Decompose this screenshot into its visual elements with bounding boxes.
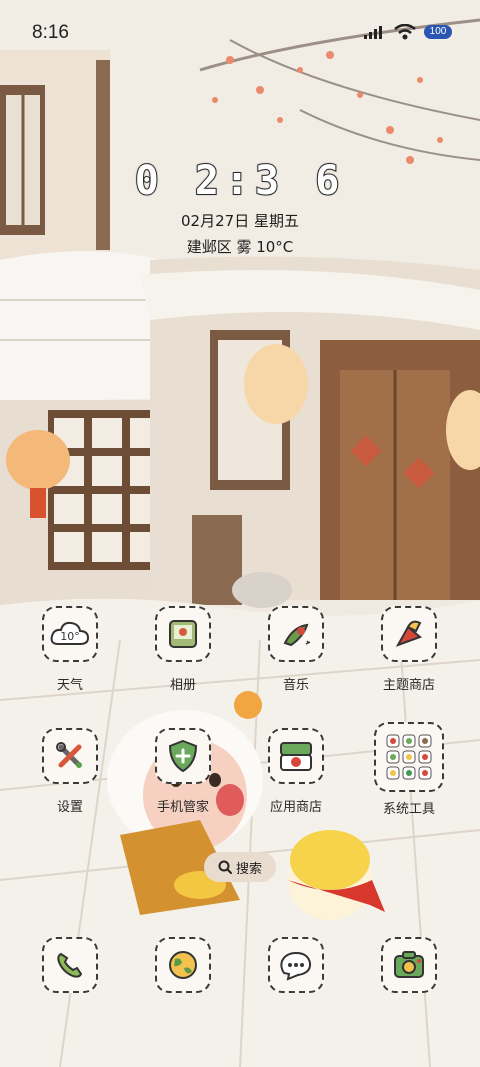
dock-phone[interactable] <box>22 937 118 993</box>
weather-icon-temp: 10° <box>60 630 80 643</box>
cloud-icon: 10° <box>50 621 90 645</box>
app-label: 设置 <box>56 800 83 815</box>
clock-time[interactable]: 0 2:3 6 <box>0 157 480 205</box>
search-icon <box>218 860 232 874</box>
app-label: 天气 <box>56 678 83 693</box>
phone-icon <box>42 937 98 993</box>
wifi-icon <box>394 24 416 40</box>
app-system-tools-folder[interactable]: 系统工具 <box>361 722 457 817</box>
browser-icon <box>155 937 211 993</box>
search-label: 搜索 <box>235 861 262 877</box>
dock-browser[interactable] <box>135 937 231 993</box>
app-label: 主题商店 <box>382 678 435 693</box>
dock-messages[interactable] <box>248 937 344 993</box>
app-gallery[interactable]: 相册 <box>135 606 231 693</box>
app-label: 系统工具 <box>382 802 435 817</box>
weather-icon: 10° <box>42 606 98 662</box>
theme-store-icon <box>381 606 437 662</box>
app-app-store[interactable]: 应用商店 <box>248 728 344 815</box>
app-weather[interactable]: 10° 天气 <box>22 606 118 693</box>
app-theme-store[interactable]: 主题商店 <box>361 606 457 693</box>
dock-camera[interactable] <box>361 937 457 993</box>
app-label: 应用商店 <box>269 800 322 815</box>
app-phone-manager[interactable]: 手机管家 <box>135 728 231 815</box>
system-tools-folder-icon <box>374 722 444 792</box>
status-bar: 8:16 100 <box>0 0 480 64</box>
status-time: 8:16 <box>32 22 69 43</box>
battery-indicator: 100 <box>424 25 452 39</box>
messages-icon <box>268 937 324 993</box>
gallery-icon <box>155 606 211 662</box>
app-store-icon <box>268 728 324 784</box>
clock-date[interactable]: 02月27日 星期五 <box>0 210 480 231</box>
music-icon <box>268 606 324 662</box>
clock-weather[interactable]: 建邺区 雾 10°C <box>0 236 480 257</box>
phone-manager-icon <box>155 728 211 784</box>
app-label: 相册 <box>169 678 196 693</box>
status-icons: 100 <box>364 24 452 40</box>
settings-icon <box>42 728 98 784</box>
app-label: 手机管家 <box>156 800 209 815</box>
app-settings[interactable]: 设置 <box>22 728 118 815</box>
app-music[interactable]: 音乐 <box>248 606 344 693</box>
camera-icon <box>381 937 437 993</box>
signal-icon <box>364 26 382 39</box>
search-button[interactable]: 搜索 <box>204 852 276 882</box>
app-label: 音乐 <box>282 678 309 693</box>
